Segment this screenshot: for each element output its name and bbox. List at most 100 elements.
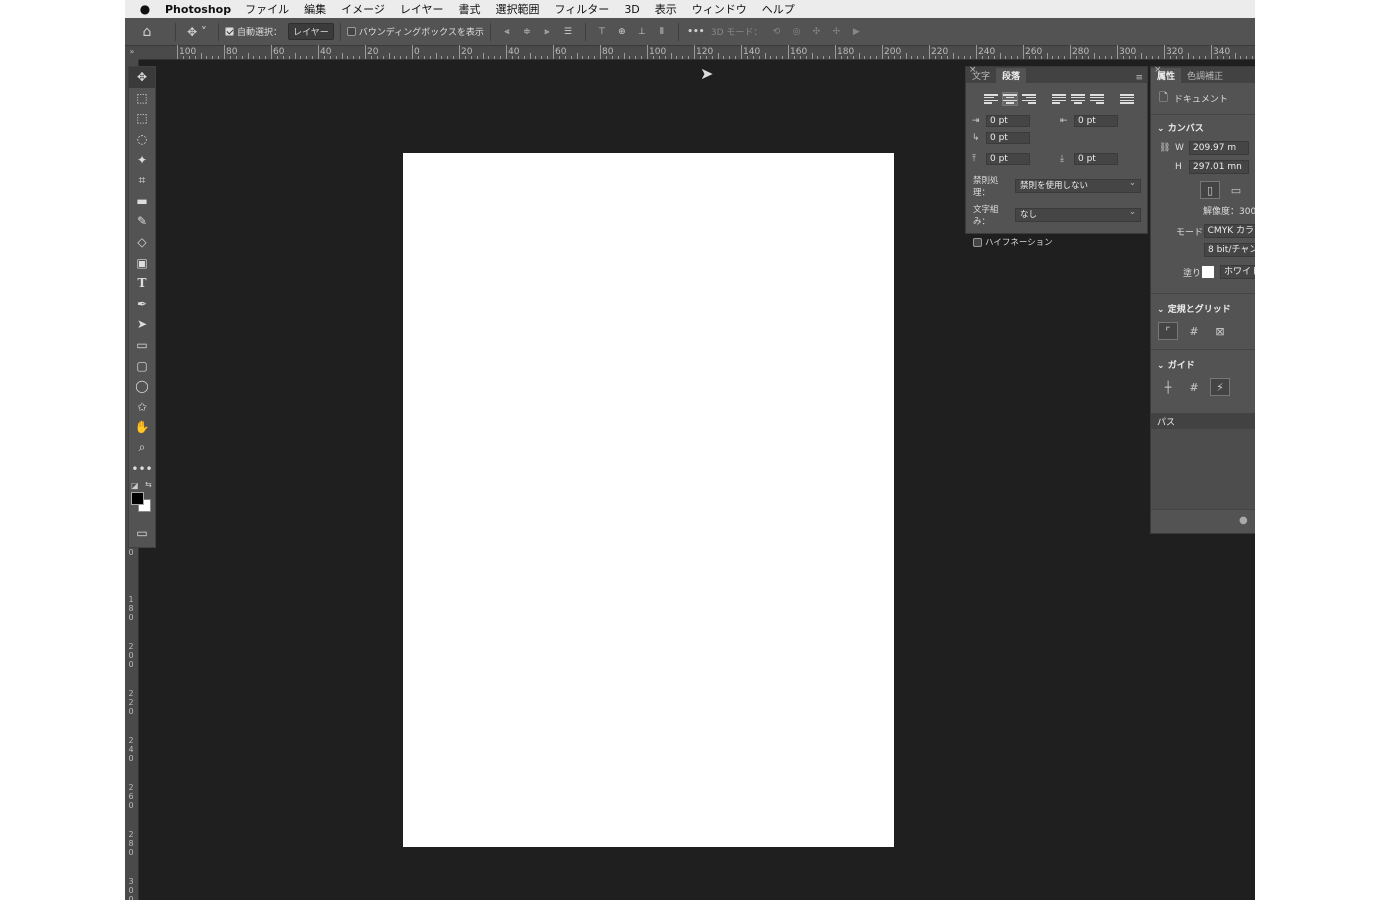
align-bottom-edges-icon[interactable]: ⊥	[632, 27, 652, 37]
link-icon[interactable]: ⛓	[1159, 143, 1175, 153]
distribute-horizontal-icon[interactable]: ⦀	[652, 27, 672, 37]
lasso-tool-icon[interactable]: ◌	[129, 129, 155, 150]
align-left-edges-icon[interactable]: ⫷	[497, 27, 517, 37]
align-vertical-centers-icon[interactable]: ⊕	[612, 27, 632, 37]
rounded-rectangle-tool-icon[interactable]: ▢	[129, 355, 155, 376]
fill-path-icon[interactable]: ●	[1239, 515, 1248, 526]
fill-dropdown[interactable]: ホワイト	[1220, 265, 1255, 279]
align-center-text-icon[interactable]	[1002, 92, 1018, 106]
horizontal-ruler[interactable]: 100 80 60 40 20 0 20 40 60 80 100 120 140 160 180 200 22…	[139, 45, 1255, 60]
justify-last-right-icon[interactable]	[1090, 93, 1104, 105]
ruler-origin-corner[interactable]: »	[125, 46, 139, 60]
color-mode-dropdown[interactable]: CMYK カラ	[1203, 224, 1255, 238]
menu-type[interactable]: 書式	[459, 1, 481, 17]
apple-icon[interactable]: ●	[125, 2, 165, 16]
show-guides-icon[interactable]: ┼	[1159, 379, 1177, 395]
crop-tool-icon[interactable]: ⌗	[129, 170, 155, 191]
rulers-grids-section-header[interactable]: ⌄ 定規とグリッド	[1151, 293, 1255, 315]
menu-window[interactable]: ウィンドウ	[692, 1, 747, 17]
indent-first-line-field[interactable]: 0 pt	[986, 132, 1030, 144]
3d-slide-icon[interactable]: ✢	[826, 27, 846, 37]
menu-select[interactable]: 選択範囲	[496, 1, 540, 17]
hand-tool-icon[interactable]: ✋	[129, 417, 155, 438]
more-options-icon[interactable]: •••	[685, 27, 707, 37]
type-tool-icon[interactable]: T	[129, 273, 155, 294]
landscape-orientation-icon[interactable]: ▭	[1227, 182, 1245, 198]
rectangle-tool-icon[interactable]: ▭	[129, 335, 155, 356]
magic-wand-tool-icon[interactable]: ✦	[129, 149, 155, 170]
3d-orbit-icon[interactable]: ⟲	[766, 27, 786, 37]
align-top-edges-icon[interactable]: ⊤	[592, 27, 612, 37]
bounding-box-checkbox[interactable]	[346, 27, 356, 36]
menu-layer[interactable]: レイヤー	[400, 1, 444, 17]
custom-shape-tool-icon[interactable]: ✩	[129, 397, 155, 418]
menu-3d[interactable]: 3D	[624, 3, 639, 16]
pen-tool-icon[interactable]: ✒	[129, 294, 155, 315]
kinsoku-dropdown[interactable]: 禁則を使用しない	[1015, 177, 1141, 193]
eraser-tool-icon[interactable]: ◇	[129, 232, 155, 253]
canvas-section-header[interactable]: ⌄ カンバス	[1151, 115, 1255, 134]
fill-color-swatch[interactable]	[1202, 266, 1215, 278]
document-canvas[interactable]	[403, 153, 894, 847]
screen-mode-icon[interactable]: ▭	[129, 523, 155, 544]
foreground-color-swatch[interactable]	[131, 491, 144, 505]
tab-paths[interactable]: パス	[1151, 413, 1255, 429]
justify-last-center-icon[interactable]	[1071, 93, 1085, 105]
tab-paragraph[interactable]: 段落	[996, 68, 1027, 83]
swap-colors-icon[interactable]: ⇆	[145, 480, 152, 489]
home-icon[interactable]: ⌂	[125, 24, 169, 40]
lock-guides-icon[interactable]: #	[1185, 379, 1203, 395]
app-name-menu[interactable]: Photoshop	[165, 3, 231, 16]
3d-roll-icon[interactable]: ◎	[786, 27, 806, 37]
indent-right-field[interactable]: 0 pt	[1074, 115, 1118, 127]
space-before-field[interactable]: 0 pt	[986, 153, 1030, 165]
menu-help[interactable]: ヘルプ	[762, 1, 795, 17]
close-panel-icon[interactable]: ×	[1154, 65, 1162, 75]
brush-tool-icon[interactable]: ✎	[129, 211, 155, 232]
ellipse-tool-icon[interactable]: ◯	[129, 376, 155, 397]
pixel-grid-toggle-icon[interactable]: ⊠	[1211, 323, 1229, 339]
menu-edit[interactable]: 編集	[304, 1, 326, 17]
auto-select-target-dropdown[interactable]: レイヤー	[288, 23, 334, 40]
indent-left-field[interactable]: 0 pt	[986, 115, 1030, 127]
mojikumi-dropdown[interactable]: なし	[1015, 206, 1141, 222]
distribute-vertical-icon[interactable]: ☰	[557, 27, 579, 37]
tab-adjustments[interactable]: 色調補正	[1181, 68, 1229, 83]
justify-last-left-icon[interactable]	[1052, 93, 1066, 105]
move-tool-icon[interactable]: ✥	[129, 67, 155, 88]
height-field[interactable]: 297.01 mn	[1189, 160, 1249, 174]
ruler-tick	[241, 56, 243, 59]
move-tool-preset-icon[interactable]: ✥ ˅	[182, 25, 212, 39]
panel-menu-icon[interactable]: ≡	[1135, 73, 1147, 83]
space-after-field[interactable]: 0 pt	[1074, 153, 1118, 165]
artboard-tool-icon[interactable]: ⬚	[129, 88, 155, 109]
menu-view[interactable]: 表示	[655, 1, 677, 17]
bit-depth-dropdown[interactable]: 8 bit/チャン	[1204, 243, 1255, 257]
path-selection-tool-icon[interactable]: ➤	[129, 314, 155, 335]
3d-pan-icon[interactable]: ✣	[806, 27, 826, 37]
width-field[interactable]: 209.97 m	[1189, 141, 1249, 155]
auto-select-checkbox[interactable]	[225, 27, 234, 36]
align-right-text-icon[interactable]	[1022, 93, 1036, 105]
hyphenation-checkbox[interactable]	[973, 237, 982, 247]
grid-toggle-icon[interactable]: #	[1185, 323, 1203, 339]
marquee-tool-icon[interactable]: ⬚	[129, 108, 155, 129]
align-right-edges-icon[interactable]: ⫸	[537, 27, 557, 37]
align-left-text-icon[interactable]	[984, 93, 998, 105]
gradient-tool-icon[interactable]: ▣	[129, 252, 155, 273]
rulers-toggle-icon[interactable]: ⌜	[1158, 322, 1178, 340]
ruler-tool-icon[interactable]: ▬	[129, 191, 155, 212]
close-panel-icon[interactable]: ×	[969, 65, 977, 75]
more-tools-icon[interactable]: •••	[129, 458, 155, 479]
portrait-orientation-icon[interactable]: ▯	[1200, 181, 1220, 199]
3d-scale-icon[interactable]: ▶	[846, 27, 866, 37]
menu-image[interactable]: イメージ	[341, 1, 385, 17]
justify-all-icon[interactable]	[1120, 93, 1134, 105]
align-horizontal-centers-icon[interactable]: ≑	[517, 27, 537, 37]
zoom-tool-icon[interactable]: ⌕	[129, 438, 155, 459]
menu-file[interactable]: ファイル	[245, 1, 289, 17]
default-colors-icon[interactable]: ◪	[131, 481, 139, 490]
smart-guides-icon[interactable]: ⚡	[1210, 378, 1230, 396]
menu-filter[interactable]: フィルター	[555, 1, 610, 17]
guides-section-header[interactable]: ⌄ ガイド	[1151, 349, 1255, 371]
